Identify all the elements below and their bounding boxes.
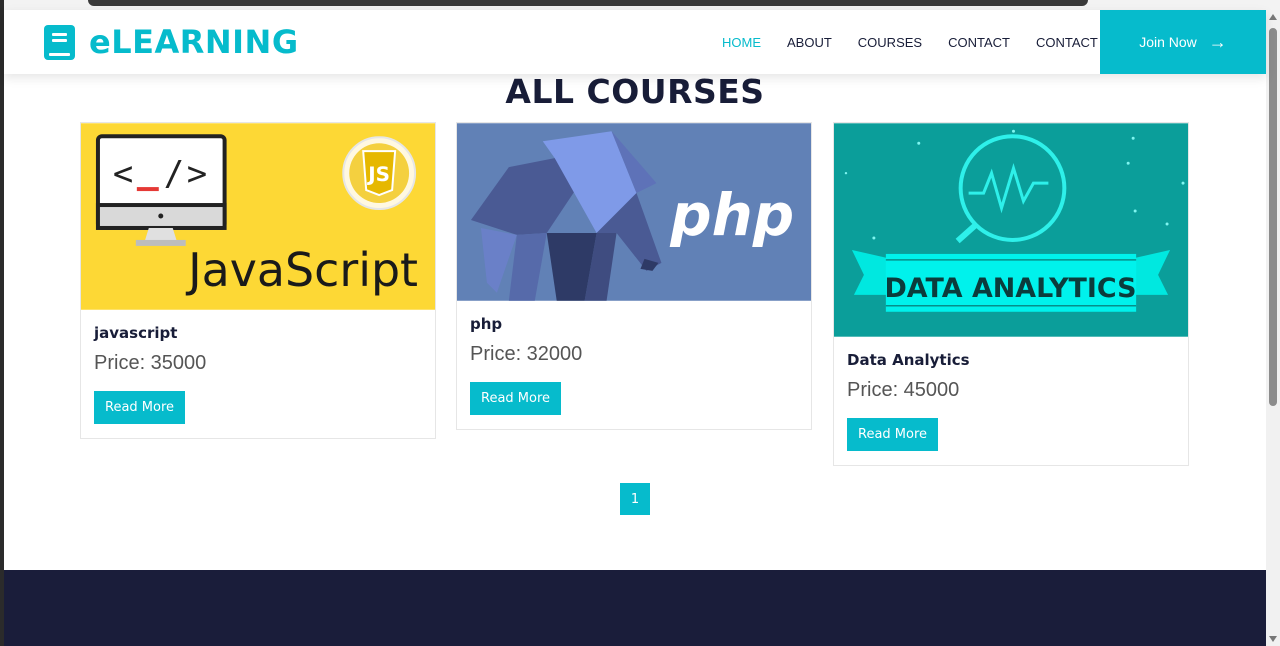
card-body: php Price: 32000 Read More <box>457 301 811 429</box>
course-title[interactable]: Data Analytics <box>847 351 1175 369</box>
course-card-javascript: < / > JS JavaScript javascript Price: 35… <box>80 122 436 439</box>
brand-name: eLEARNING <box>89 23 299 61</box>
scroll-down-icon[interactable] <box>1269 636 1277 642</box>
card-body: Data Analytics Price: 45000 Read More <box>834 337 1188 465</box>
pagination-page-1[interactable]: 1 <box>620 483 650 515</box>
nav-contact-2[interactable]: CONTACT <box>1023 35 1111 50</box>
javascript-image-text: JavaScript <box>185 243 418 297</box>
php-course-image[interactable]: php <box>457 123 811 301</box>
nav-links: HOME ABOUT COURSES CONTACT CONTACT <box>709 10 1111 74</box>
svg-text:>: > <box>187 154 207 193</box>
course-title[interactable]: php <box>470 315 798 333</box>
course-card-data-analytics: DATA ANALYTICS Data Analytics Price: 450… <box>833 122 1189 466</box>
nav-courses[interactable]: COURSES <box>845 35 935 50</box>
join-now-button[interactable]: Join Now → <box>1100 10 1266 74</box>
data-analytics-image-text: DATA ANALYTICS <box>884 273 1136 304</box>
page-title: ALL COURSES <box>505 72 765 111</box>
read-more-button[interactable]: Read More <box>94 391 186 424</box>
course-card-php: php php Price: 32000 Read More <box>456 122 812 430</box>
footer <box>4 570 1266 646</box>
svg-text:/: / <box>164 154 184 193</box>
page-scrollbar[interactable] <box>1266 10 1280 646</box>
course-price: Price: 35000 <box>94 352 207 374</box>
arrow-right-icon: → <box>1208 31 1227 52</box>
scroll-up-icon[interactable] <box>1269 14 1277 20</box>
js-badge-text: JS <box>366 162 390 186</box>
course-price: Price: 45000 <box>847 379 960 401</box>
scrollbar-thumb[interactable] <box>1269 28 1277 406</box>
navbar: eLEARNING HOME ABOUT COURSES CONTACT CON… <box>4 10 1266 74</box>
join-now-label: Join Now <box>1139 34 1197 50</box>
php-image-text: php <box>669 181 794 249</box>
course-title[interactable]: javascript <box>94 324 422 342</box>
book-icon <box>44 24 75 60</box>
browser-tab-bar <box>88 0 1088 6</box>
course-price: Price: 32000 <box>470 343 583 365</box>
browser-top-strip <box>0 0 1280 10</box>
nav-about[interactable]: ABOUT <box>774 35 845 50</box>
card-body: javascript Price: 35000 Read More <box>81 310 435 438</box>
data-analytics-course-image[interactable]: DATA ANALYTICS <box>834 123 1188 337</box>
read-more-button[interactable]: Read More <box>847 418 939 451</box>
nav-contact[interactable]: CONTACT <box>935 35 1023 50</box>
nav-home[interactable]: HOME <box>709 35 774 50</box>
read-more-button[interactable]: Read More <box>470 382 562 415</box>
svg-text:<: < <box>113 154 133 193</box>
javascript-course-image[interactable]: < / > JS JavaScript <box>81 123 435 310</box>
brand-logo[interactable]: eLEARNING <box>44 22 299 62</box>
